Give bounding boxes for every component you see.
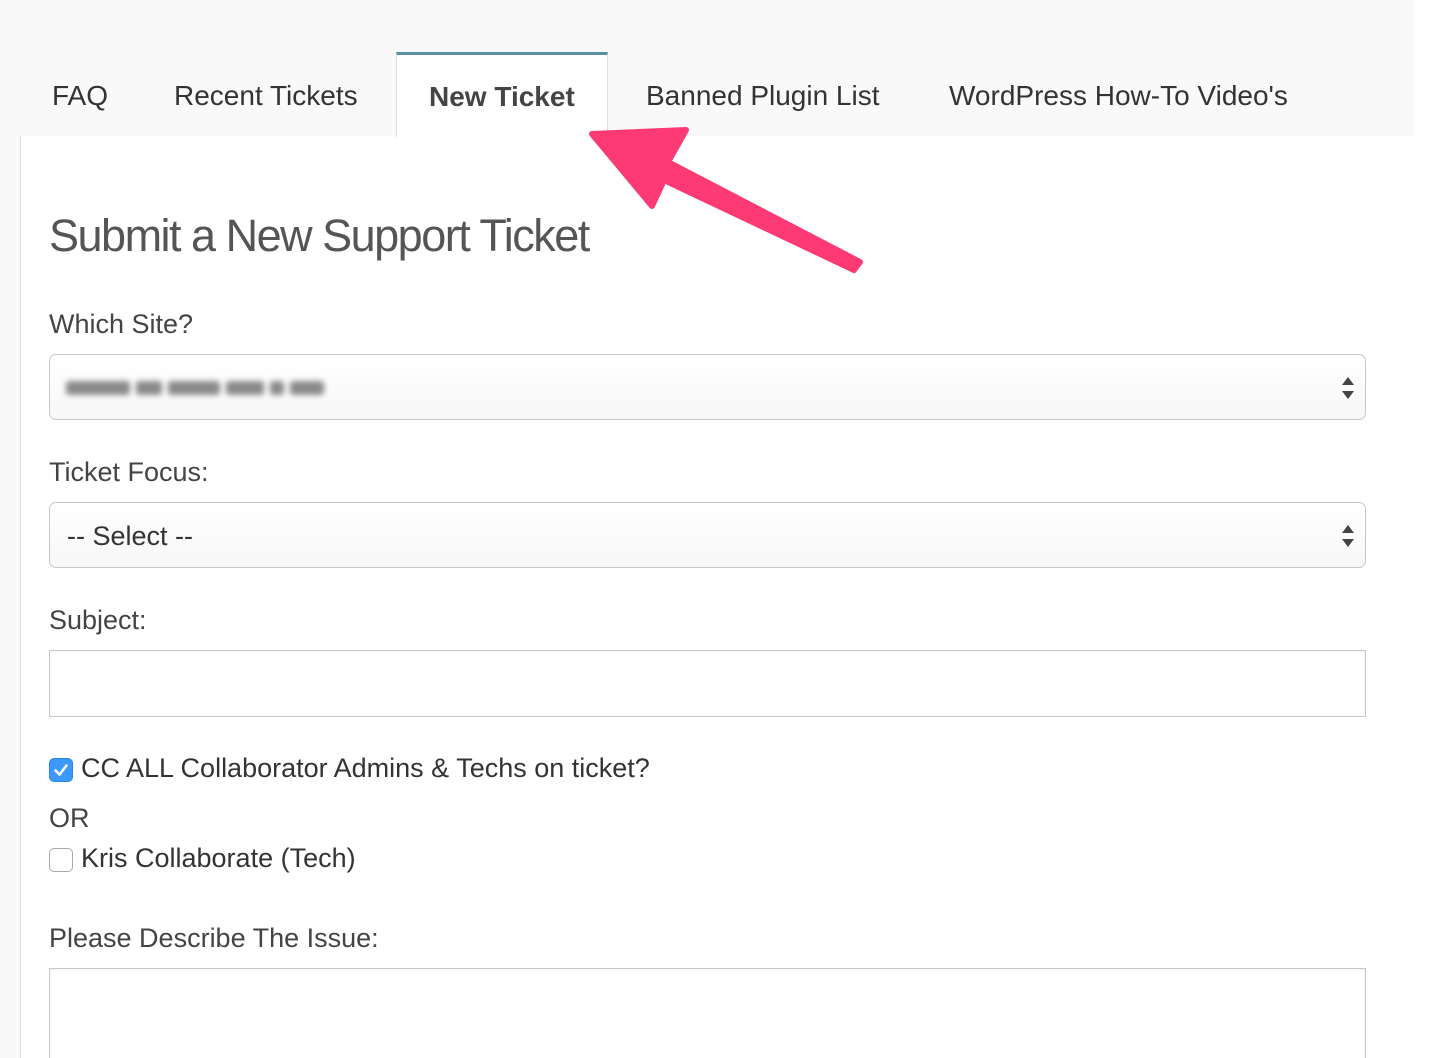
right-gutter <box>1414 0 1454 1058</box>
site-label: Which Site? <box>49 309 194 339</box>
up-down-chevrons-icon <box>1340 374 1356 402</box>
subject-label: Subject: <box>49 605 147 635</box>
ticket-focus-label: Ticket Focus: <box>49 457 209 487</box>
tab-wordpress-how-to-videos[interactable]: WordPress How-To Video's <box>949 76 1288 116</box>
describe-issue-textarea[interactable] <box>49 968 1366 1058</box>
ticket-focus-selected-value: -- Select -- <box>67 521 194 551</box>
ticket-focus-select[interactable]: -- Select -- <box>49 502 1366 568</box>
collaborator-label[interactable]: Kris Collaborate (Tech) <box>81 840 356 876</box>
tab-new-ticket[interactable]: New Ticket <box>396 52 608 137</box>
tab-bar: FAQ Recent Tickets New Ticket Banned Plu… <box>20 52 1414 137</box>
check-icon <box>54 764 68 776</box>
site-select-blurred-value <box>66 377 324 399</box>
tab-recent-tickets[interactable]: Recent Tickets <box>174 76 358 116</box>
collaborator-checkbox[interactable] <box>49 848 73 872</box>
tab-faq[interactable]: FAQ <box>52 76 108 116</box>
tab-new-ticket-label: New Ticket <box>429 81 575 112</box>
up-down-chevrons-icon <box>1340 522 1356 550</box>
new-ticket-panel: Submit a New Support Ticket Which Site? … <box>20 136 1414 1058</box>
site-select[interactable] <box>49 354 1366 420</box>
subject-input[interactable] <box>49 650 1366 717</box>
describe-issue-label: Please Describe The Issue: <box>49 923 379 953</box>
cc-all-label[interactable]: CC ALL Collaborator Admins & Techs on ti… <box>81 750 650 786</box>
page-title: Submit a New Support Ticket <box>49 210 590 261</box>
tab-banned-plugin-list[interactable]: Banned Plugin List <box>646 76 880 116</box>
or-text: OR <box>49 803 90 833</box>
support-page: FAQ Recent Tickets New Ticket Banned Plu… <box>0 0 1454 1058</box>
cc-all-checkbox[interactable] <box>49 758 73 782</box>
